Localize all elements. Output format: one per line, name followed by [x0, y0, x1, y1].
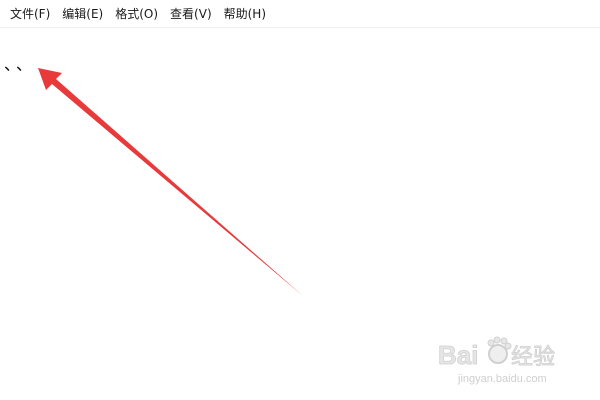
- svg-text:Bai: Bai: [438, 340, 478, 370]
- svg-text:经验: 经验: [511, 344, 555, 369]
- menu-format[interactable]: 格式(O): [109, 3, 164, 25]
- watermark-url: jingyan.baidu.com: [457, 373, 547, 385]
- menu-view[interactable]: 查看(V): [164, 3, 218, 25]
- menu-file[interactable]: 文件(F): [4, 3, 56, 25]
- notepad-window: 文件(F) 编辑(E) 格式(O) 查看(V) 帮助(H) 、、 Bai 经验 …: [0, 0, 600, 400]
- menu-help[interactable]: 帮助(H): [218, 3, 272, 25]
- editor-content: 、、: [4, 55, 37, 74]
- baidu-watermark-logo: Bai 经验 jingyan.baidu.com: [438, 336, 555, 385]
- menu-edit[interactable]: 编辑(E): [56, 3, 109, 25]
- menu-bar: 文件(F) 编辑(E) 格式(O) 查看(V) 帮助(H): [0, 0, 600, 28]
